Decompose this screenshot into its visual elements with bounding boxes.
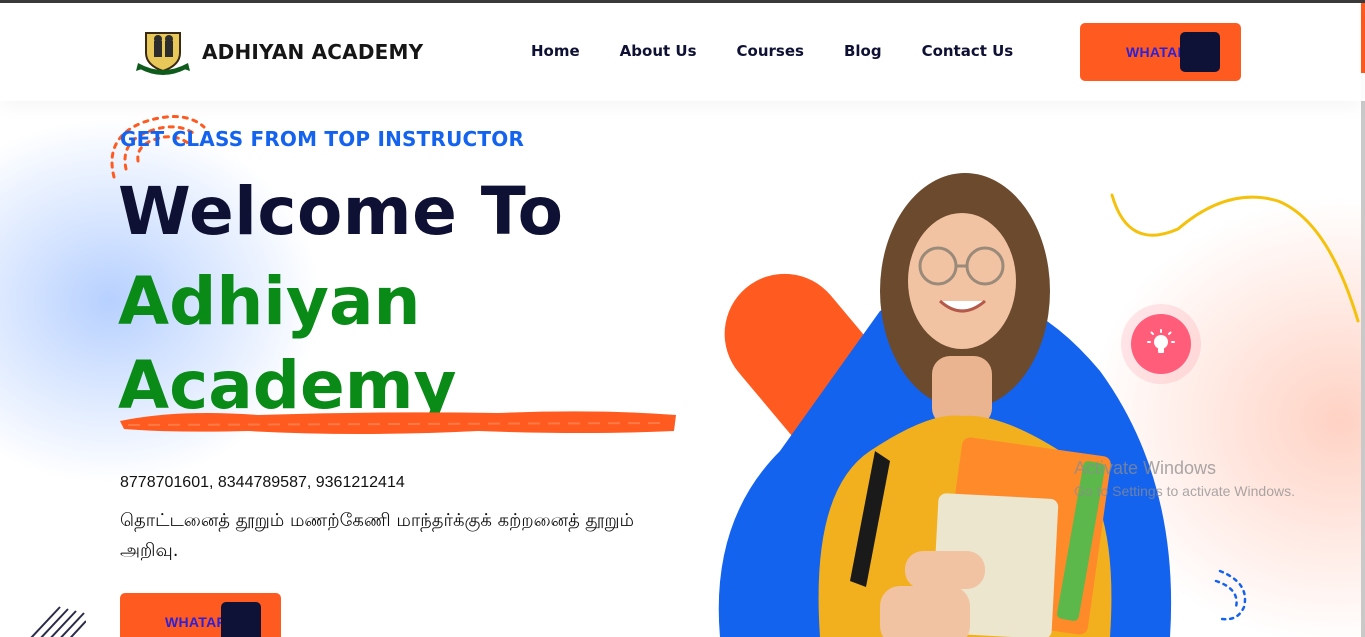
squiggle-line-decoration [1110,193,1360,323]
whatsapp-icon-box [221,602,261,637]
lightbulb-glyph [1147,329,1175,353]
site-header: ADHIYAN ACADEMY Home About Us Courses Bl… [0,3,1361,101]
nav-home[interactable]: Home [531,42,580,60]
dotted-arc-decoration [1214,569,1247,621]
page-edge-accent [1361,3,1365,73]
contact-phones: 8778701601, 8344789587, 9361212414 [120,474,405,491]
nav-about-us[interactable]: About Us [620,42,697,60]
academy-emblem-icon [136,32,190,75]
whatsapp-button-header[interactable]: WHATAPP [1080,23,1241,81]
hatch-lines-decoration [30,606,86,637]
main-nav: Home About Us Courses Blog Contact Us [531,42,1013,60]
nav-blog[interactable]: Blog [844,42,882,60]
lightbulb-icon [1131,314,1191,374]
nav-courses[interactable]: Courses [737,42,804,60]
hero-title-line2: Adhiyan [118,263,421,340]
tamil-quote: தொட்டனைத் தூறும் மணற்கேணி மாந்தர்க்குக் … [120,510,635,561]
brand-logo[interactable]: ADHIYAN ACADEMY [136,27,423,77]
brand-name: ADHIYAN ACADEMY [202,40,424,64]
whatsapp-icon-box [1180,32,1220,72]
windows-activation-watermark: Activate Windows Go to Settings to activ… [1074,458,1295,499]
watermark-subtitle: Go to Settings to activate Windows. [1074,483,1295,499]
brush-underline-decoration [120,411,676,434]
hero-title-line1: Welcome To [118,173,564,250]
nav-contact-us[interactable]: Contact Us [922,42,1014,60]
hero-section: GET CLASS FROM TOP INSTRUCTOR Welcome To… [0,101,1361,637]
hero-tagline: GET CLASS FROM TOP INSTRUCTOR [120,127,525,151]
watermark-title: Activate Windows [1074,458,1217,478]
scrollbar-track[interactable] [1361,101,1365,637]
whatsapp-button-hero[interactable]: WHATAPP [120,593,281,637]
